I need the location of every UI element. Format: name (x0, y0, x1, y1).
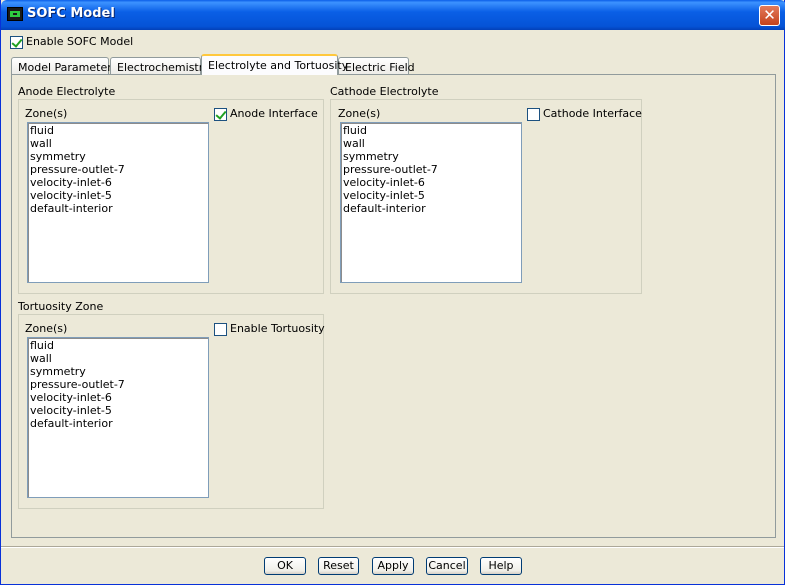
cathode-zones-label: Zone(s) (338, 107, 381, 120)
list-item[interactable]: velocity-inlet-5 (30, 189, 206, 202)
list-item[interactable]: velocity-inlet-6 (343, 176, 519, 189)
ok-button[interactable]: OK (264, 557, 306, 575)
list-item[interactable]: pressure-outlet-7 (30, 163, 206, 176)
reset-button[interactable]: Reset (318, 557, 359, 575)
list-item[interactable]: fluid (343, 124, 519, 137)
list-item[interactable]: symmetry (30, 365, 206, 378)
tab-electrolyte-and-tortuosity[interactable]: Electrolyte and Tortuosity (201, 54, 348, 75)
list-item[interactable]: pressure-outlet-7 (343, 163, 519, 176)
enable-sofc-checkbox[interactable] (10, 35, 23, 49)
list-item[interactable]: fluid (30, 124, 206, 137)
list-item[interactable]: wall (30, 137, 206, 150)
list-item[interactable]: default-interior (30, 417, 206, 430)
anode-electrolyte-group: Zone(s) fluid wall symmetry pressure-out… (18, 99, 324, 294)
anode-interface-checkbox[interactable] (214, 107, 227, 121)
anode-interface-label: Anode Interface (230, 107, 318, 120)
list-item[interactable]: velocity-inlet-5 (30, 404, 206, 417)
tortuosity-zone-title: Tortuosity Zone (18, 300, 104, 313)
enable-sofc-row[interactable]: Enable SOFC Model (10, 35, 133, 49)
anode-electrolyte-title: Anode Electrolyte (18, 85, 116, 98)
tab-electrochemistry[interactable]: Electrochemistry (110, 57, 210, 75)
list-item[interactable]: wall (343, 137, 519, 150)
tortuosity-zone-list[interactable]: fluid wall symmetry pressure-outlet-7 ve… (27, 337, 209, 498)
cathode-electrolyte-group: Zone(s) fluid wall symmetry pressure-out… (330, 99, 642, 294)
list-item[interactable]: symmetry (343, 150, 519, 163)
cathode-zone-list[interactable]: fluid wall symmetry pressure-outlet-7 ve… (340, 122, 522, 283)
cathode-interface-label: Cathode Interface (543, 107, 642, 120)
list-item[interactable]: symmetry (30, 150, 206, 163)
enable-tortuosity-label: Enable Tortuosity (230, 322, 325, 335)
enable-tortuosity-checkbox[interactable] (214, 322, 227, 336)
tab-model-parameters[interactable]: Model Parameters (11, 57, 117, 75)
anode-zone-list[interactable]: fluid wall symmetry pressure-outlet-7 ve… (27, 122, 209, 283)
cathode-interface-checkbox[interactable] (527, 107, 540, 121)
list-item[interactable]: velocity-inlet-6 (30, 391, 206, 404)
tortuosity-zones-label: Zone(s) (25, 322, 68, 335)
anode-zones-label: Zone(s) (25, 107, 68, 120)
button-separator (1, 546, 784, 548)
tab-electric-field[interactable]: Electric Field (338, 57, 415, 75)
list-item[interactable]: wall (30, 352, 206, 365)
help-button[interactable]: Help (480, 557, 522, 575)
cancel-button[interactable]: Cancel (426, 557, 468, 575)
apply-button[interactable]: Apply (372, 557, 414, 575)
title-bar[interactable]: SOFC Model ✕ (1, 0, 785, 30)
tab-panel: Anode Electrolyte Zone(s) fluid wall sym… (11, 74, 776, 538)
enable-tortuosity-row[interactable]: Enable Tortuosity (214, 322, 325, 336)
tortuosity-zone-group: Zone(s) fluid wall symmetry pressure-out… (18, 314, 325, 509)
list-item[interactable]: default-interior (343, 202, 519, 215)
window-title: SOFC Model (27, 6, 115, 21)
list-item[interactable]: pressure-outlet-7 (30, 378, 206, 391)
app-icon (7, 7, 23, 21)
list-item[interactable]: fluid (30, 339, 206, 352)
close-button[interactable]: ✕ (759, 5, 780, 26)
cathode-electrolyte-title: Cathode Electrolyte (330, 85, 439, 98)
sofc-model-dialog: SOFC Model ✕ Enable SOFC Model Model Par… (0, 0, 785, 585)
anode-interface-row[interactable]: Anode Interface (214, 107, 318, 121)
list-item[interactable]: default-interior (30, 202, 206, 215)
list-item[interactable]: velocity-inlet-5 (343, 189, 519, 202)
cathode-interface-row[interactable]: Cathode Interface (527, 107, 642, 121)
list-item[interactable]: velocity-inlet-6 (30, 176, 206, 189)
enable-sofc-label: Enable SOFC Model (26, 35, 134, 48)
close-icon: ✕ (763, 6, 776, 24)
